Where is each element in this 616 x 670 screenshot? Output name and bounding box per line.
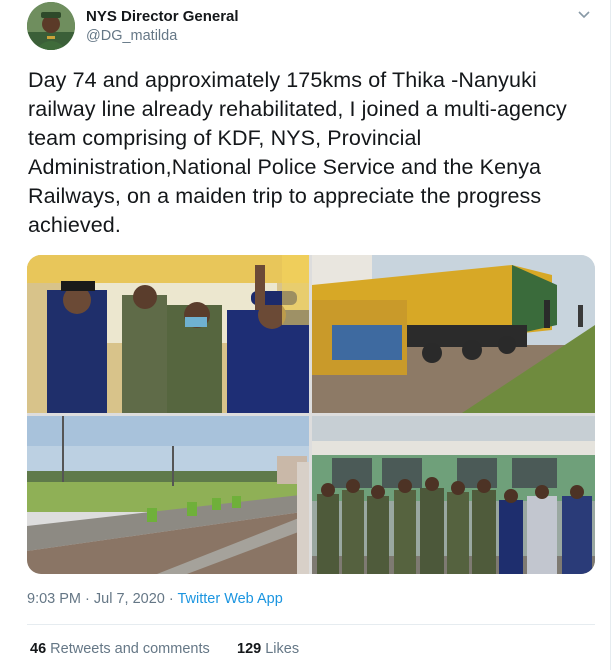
tweet-timestamp-line: 9:03 PM · Jul 7, 2020 · Twitter Web App bbox=[27, 591, 283, 607]
retweets-stat[interactable]: 46 Retweets and comments bbox=[30, 641, 210, 657]
author-handle[interactable]: @DG_matilda bbox=[86, 28, 177, 44]
tweet-source-link[interactable]: Twitter Web App bbox=[177, 591, 282, 607]
photo-workers-on-track[interactable] bbox=[27, 416, 309, 574]
photo-train-locomotive[interactable] bbox=[312, 255, 595, 413]
author-avatar[interactable] bbox=[27, 2, 75, 50]
divider bbox=[27, 624, 595, 625]
retweets-label: Retweets and comments bbox=[50, 641, 210, 657]
media-grid bbox=[27, 255, 595, 574]
tweet-card: NYS Director General @DG_matilda Day 74 … bbox=[0, 0, 611, 670]
retweets-count: 46 bbox=[30, 641, 47, 657]
meta-separator: · bbox=[164, 591, 178, 607]
meta-separator: · bbox=[81, 591, 94, 607]
likes-label: Likes bbox=[265, 641, 300, 657]
photo-officers-in-train[interactable] bbox=[27, 255, 309, 413]
chevron-down-icon[interactable] bbox=[576, 6, 592, 22]
likes-count: 129 bbox=[237, 641, 262, 657]
tweet-time[interactable]: 9:03 PM bbox=[27, 591, 81, 607]
tweet-date[interactable]: Jul 7, 2020 bbox=[94, 591, 165, 607]
tweet-text: Day 74 and approximately 175kms of Thika… bbox=[28, 68, 567, 237]
author-name[interactable]: NYS Director General bbox=[86, 8, 239, 25]
photo-team-group[interactable] bbox=[312, 416, 595, 574]
likes-stat[interactable]: 129 Likes bbox=[237, 641, 299, 657]
